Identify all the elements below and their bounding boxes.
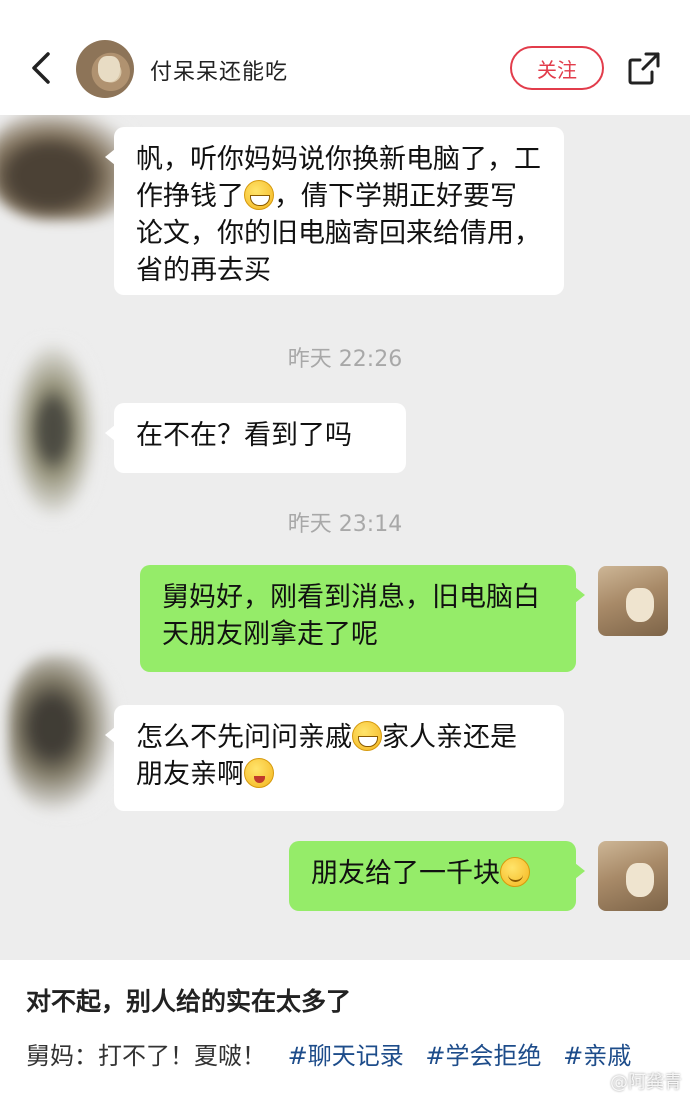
post-body-text: 舅妈：打不了！夏啵！ <box>26 1042 266 1070</box>
chat-message-left: 在不在？看到了吗 <box>105 403 406 473</box>
author-username[interactable]: 付呆呆还能吃 <box>150 54 288 86</box>
blurred-avatar <box>8 655 118 815</box>
post-title: 对不起，别人给的实在太多了 <box>26 987 352 1016</box>
post-body: 舅妈：打不了！夏啵！ #聊天记录 #学会拒绝 #亲戚 <box>26 1036 631 1071</box>
message-text: 怎么不先问问亲戚 <box>136 722 352 753</box>
grin-emoji-icon <box>352 721 382 751</box>
wink-emoji-icon <box>244 758 274 788</box>
hashtag-link[interactable]: #亲戚 <box>563 1042 631 1070</box>
smile-emoji-icon <box>500 857 530 887</box>
back-chevron-icon[interactable] <box>24 48 58 88</box>
grin-emoji-icon <box>244 180 274 210</box>
self-avatar <box>598 841 668 911</box>
share-external-icon[interactable] <box>624 48 664 88</box>
watermark: @阿龚青 <box>610 1072 682 1093</box>
message-text: 朋友给了一千块 <box>311 858 500 889</box>
chat-message-right: 朋友给了一千块 <box>289 841 585 911</box>
self-avatar <box>598 566 668 636</box>
chat-message-right: 舅妈好，刚看到消息，旧电脑白天朋友刚拿走了呢 <box>140 565 585 672</box>
chat-timestamp: 昨天 22:26 <box>287 347 403 372</box>
hashtag-link[interactable]: #聊天记录 <box>288 1042 404 1070</box>
chat-message-left: 帆，听你妈妈说你换新电脑了，工作挣钱了 ，倩下学期正好要写论文，你的旧电脑寄回来给… <box>105 127 564 295</box>
blurred-avatar <box>8 340 98 520</box>
chat-screenshot-image: 帆，听你妈妈说你换新电脑了，工作挣钱了 ，倩下学期正好要写论文，你的旧电脑寄回来给… <box>0 115 690 960</box>
follow-button[interactable]: 关注 <box>510 46 604 90</box>
chat-message-left: 怎么不先问问亲戚 家人亲还是朋友亲啊 <box>105 705 564 811</box>
hashtag-link[interactable]: #学会拒绝 <box>425 1042 541 1070</box>
author-avatar[interactable] <box>76 40 134 98</box>
chat-timestamp: 昨天 23:14 <box>287 512 403 537</box>
top-bar: 付呆呆还能吃 关注 <box>0 0 690 115</box>
